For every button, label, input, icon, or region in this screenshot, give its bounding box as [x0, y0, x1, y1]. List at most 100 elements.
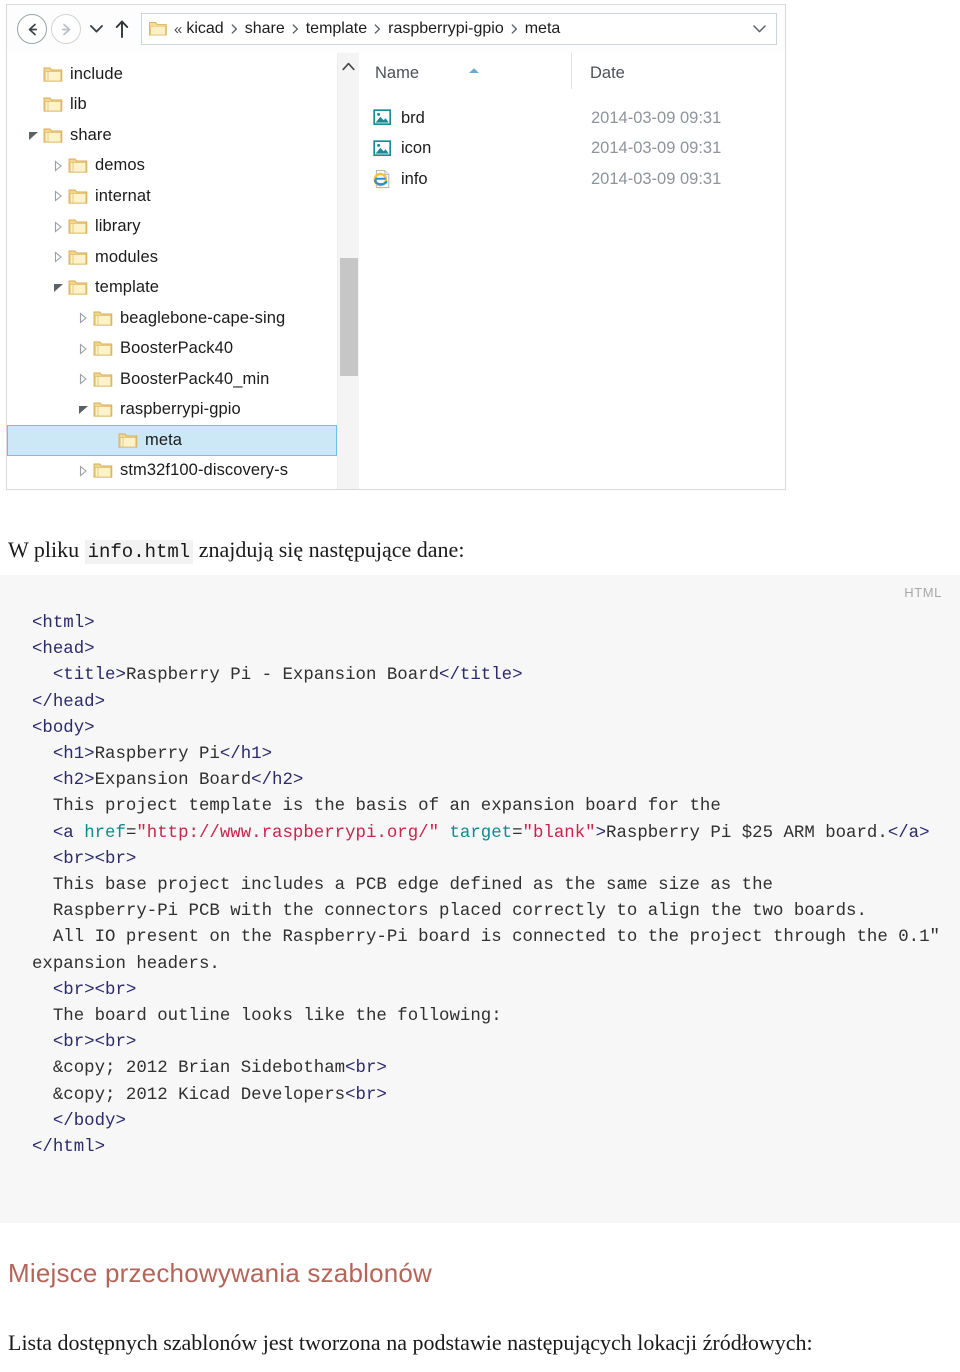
tree-item-label: beaglebone-cape-sing — [120, 308, 286, 327]
folder-icon — [43, 127, 63, 144]
tree-item-label: share — [70, 125, 112, 144]
image-file-icon — [373, 139, 393, 159]
folder-icon — [68, 279, 88, 296]
expander-expand-icon[interactable] — [75, 371, 92, 388]
expander-expand-icon[interactable] — [75, 340, 92, 357]
file-date: 2014-03-09 09:31 — [591, 169, 722, 188]
folder-icon — [68, 218, 88, 235]
folder-tree: include lib share demos internat library modul… — [7, 59, 337, 486]
folder-icon — [93, 310, 113, 327]
tree-item-demos[interactable]: demos — [7, 151, 337, 182]
breadcrumb-overflow[interactable]: « — [174, 21, 182, 38]
breadcrumb-item-kicad[interactable]: kicad — [186, 20, 223, 38]
image-file-icon — [373, 108, 393, 128]
recent-locations-button[interactable] — [85, 14, 107, 44]
expander-expand-icon[interactable] — [75, 310, 92, 327]
back-button[interactable] — [17, 14, 47, 44]
chevron-down-icon — [753, 25, 766, 33]
tree-item-beaglebone-cape-sing[interactable]: beaglebone-cape-sing — [7, 303, 337, 334]
tree-item-raspberrypi-gpio[interactable]: raspberrypi-gpio — [7, 395, 337, 426]
tree-item-label: internat — [95, 186, 151, 205]
breadcrumb-separator-icon — [511, 24, 518, 34]
tree-item-boosterpack40-min[interactable]: BoosterPack40_min — [7, 364, 337, 395]
breadcrumb-separator-icon — [231, 24, 238, 34]
tree-expander-placeholder — [25, 66, 42, 83]
tree-item-label: demos — [95, 156, 146, 175]
tree-expander-placeholder — [100, 432, 117, 449]
tree-item-label: meta — [145, 430, 183, 449]
sort-ascending-icon — [467, 62, 481, 80]
expander-expand-icon[interactable] — [50, 249, 67, 266]
breadcrumb-item-share[interactable]: share — [245, 20, 285, 38]
file-name: brd — [401, 108, 425, 127]
intro-text-after: znajdują się następujące dane: — [193, 537, 465, 562]
column-header-name-label: Name — [375, 64, 420, 82]
tree-item-label: stm32f100-discovery-s — [120, 461, 289, 480]
section-heading: Miejsce przechowywania szablonów — [8, 1258, 433, 1288]
file-date: 2014-03-09 09:31 — [591, 108, 722, 127]
tree-item-share[interactable]: share — [7, 120, 337, 151]
forward-button[interactable] — [51, 14, 81, 44]
tree-item-internat[interactable]: internat — [7, 181, 337, 212]
folder-icon — [68, 157, 88, 174]
tree-item-boosterpack40[interactable]: BoosterPack40 — [7, 334, 337, 365]
tree-item-label: lib — [70, 95, 87, 114]
tree-item-include[interactable]: include — [7, 59, 337, 90]
column-header-date[interactable]: Date — [571, 53, 785, 89]
breadcrumb-item-meta[interactable]: meta — [525, 20, 561, 38]
folder-icon — [43, 66, 63, 83]
breadcrumb-separator-icon — [374, 24, 381, 34]
breadcrumb-path-bar[interactable]: « kicad share template raspberrypi-gpio … — [141, 13, 777, 45]
breadcrumb-item-raspberrypi-gpio[interactable]: raspberrypi-gpio — [388, 20, 504, 38]
file-row[interactable]: info 2014-03-09 09:31 — [373, 164, 773, 194]
scroll-up-button[interactable] — [338, 57, 359, 75]
back-arrow-icon — [28, 23, 37, 35]
up-one-level-button[interactable] — [109, 14, 135, 44]
explorer-address-bar: « kicad share template raspberrypi-gpio … — [7, 5, 785, 53]
folder-icon — [43, 96, 63, 113]
file-row[interactable]: brd 2014-03-09 09:31 — [373, 103, 773, 133]
file-name: icon — [401, 139, 432, 157]
expander-expand-icon[interactable] — [50, 188, 67, 205]
expander-collapse-icon[interactable] — [50, 279, 67, 296]
scrollbar-thumb[interactable] — [340, 258, 358, 376]
file-row[interactable]: icon 2014-03-09 09:31 — [373, 134, 773, 164]
tree-item-label: BoosterPack40_min — [120, 369, 270, 388]
intro-paragraph: W pliku info.html znajdują się następują… — [8, 534, 938, 567]
tree-item-label: BoosterPack40 — [120, 339, 234, 358]
column-header-date-label: Date — [590, 64, 625, 82]
code-language-badge: HTML — [904, 585, 942, 600]
tree-expander-placeholder — [25, 96, 42, 113]
tree-item-lib[interactable]: lib — [7, 90, 337, 121]
breadcrumb-dropdown-button[interactable] — [749, 25, 774, 33]
chevron-down-icon — [89, 25, 103, 33]
tree-item-template[interactable]: template — [7, 273, 337, 304]
expander-collapse-icon[interactable] — [75, 401, 92, 418]
folder-icon — [68, 249, 88, 266]
file-list-column-headers: Name Date — [359, 53, 785, 89]
html-file-icon — [373, 169, 393, 189]
column-header-name[interactable]: Name — [359, 64, 571, 89]
file-name: info — [401, 169, 428, 188]
tree-item-label: raspberrypi-gpio — [120, 400, 241, 419]
navigation-tree-pane: include lib share demos internat library modul… — [7, 53, 359, 489]
tree-item-meta[interactable]: meta — [7, 425, 337, 456]
breadcrumb-separator-icon — [292, 24, 299, 34]
chevron-up-icon — [342, 62, 355, 70]
tree-item-label: library — [95, 217, 141, 236]
tree-vertical-scrollbar[interactable] — [337, 53, 359, 489]
arrow-up-icon — [115, 20, 129, 38]
tree-item-library[interactable]: library — [7, 212, 337, 243]
expander-collapse-icon[interactable] — [25, 127, 42, 144]
expander-expand-icon[interactable] — [50, 157, 67, 174]
tree-item-modules[interactable]: modules — [7, 242, 337, 273]
expander-expand-icon[interactable] — [75, 462, 92, 479]
code-listing: <html> <head> <title>Raspberry Pi - Expa… — [32, 614, 951, 1158]
tree-item-label: include — [70, 64, 123, 83]
folder-icon — [93, 371, 113, 388]
tree-item-stm32f100-discovery-s[interactable]: stm32f100-discovery-s — [7, 456, 337, 487]
breadcrumb-item-template[interactable]: template — [306, 20, 367, 38]
code-block: HTML <html> <head> <title>Raspberry Pi -… — [0, 575, 960, 1223]
expander-expand-icon[interactable] — [50, 218, 67, 235]
section-paragraph: Lista dostępnych szablonów jest tworzona… — [8, 1330, 813, 1355]
